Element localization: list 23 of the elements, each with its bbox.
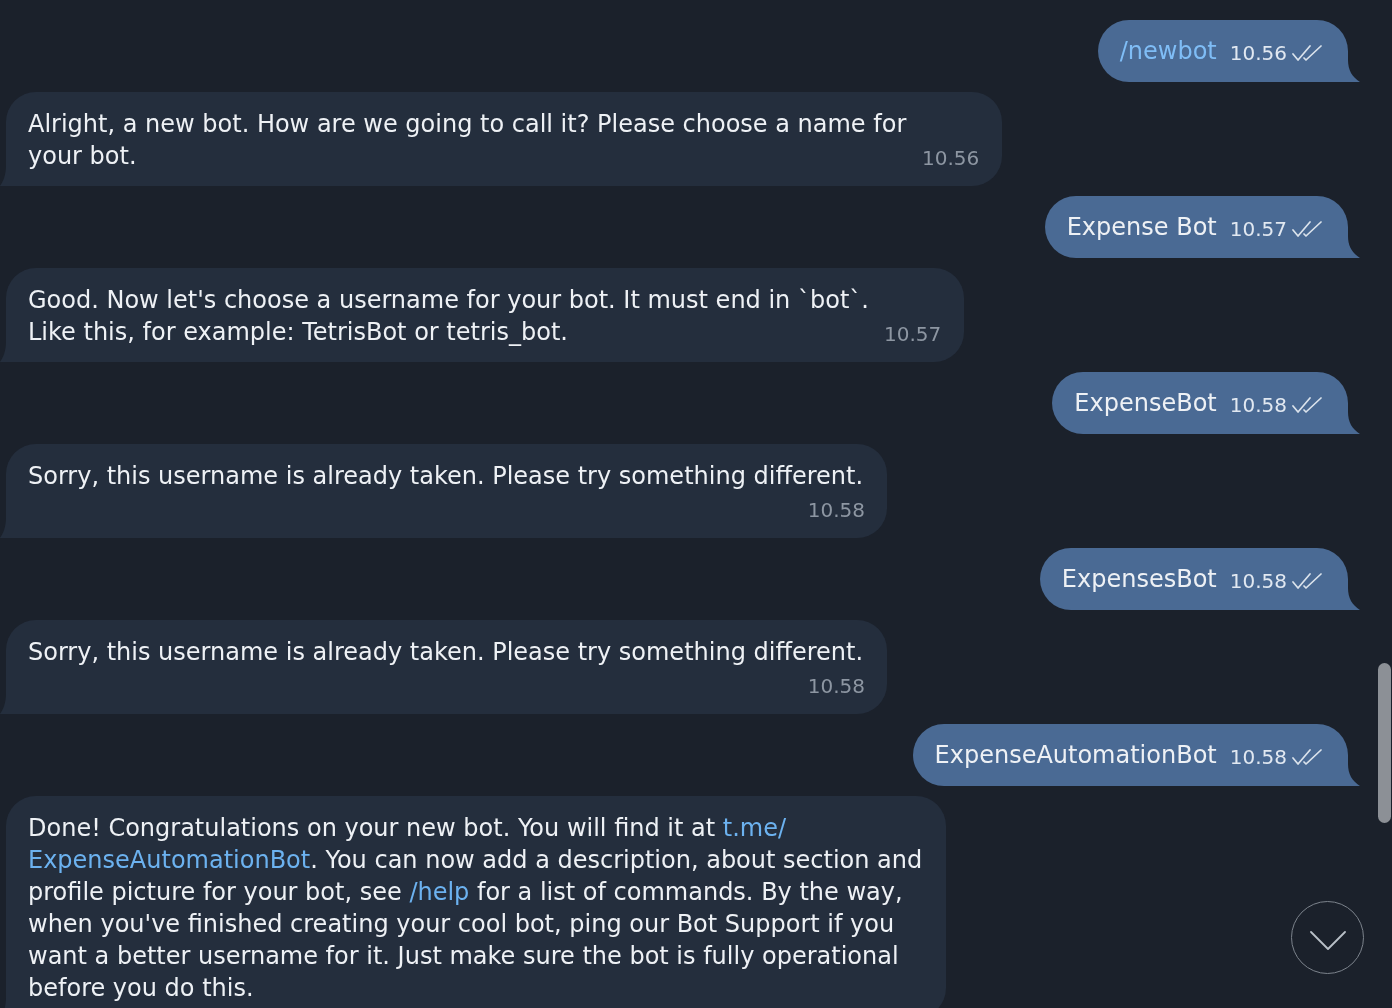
message-text: Good. Now let's choose a username for your bot. It must end in `bot`. Like this, for example: TetrisBot or tetris_bot. — [28, 285, 870, 348]
message-time: 10.58 — [807, 673, 865, 700]
message-text: Expense Bot — [1066, 212, 1217, 243]
message-text: ExpenseAutomationBot — [934, 740, 1217, 771]
message-time: 10.58 — [1229, 392, 1287, 419]
message-time: 10.56 — [922, 145, 980, 172]
message-text: Sorry, this username is already taken. Please try something different. — [28, 461, 865, 492]
chevron-down-icon — [1309, 931, 1346, 950]
message-time: 10.58 — [807, 497, 865, 524]
message-text: Sorry, this username is already taken. Please try something different. — [28, 637, 865, 668]
scrollbar-thumb[interactable] — [1378, 663, 1391, 823]
message-text: Alright, a new bot. How are we going to call it? Please choose a name for your bot. — [28, 109, 908, 172]
message-text: Done! Congratulations on your new bot. You will find it at t.me/ ExpenseAutomationBot. You can now add a description, about section and profile picture for your bot, see /help for a list of commands. By the way, when you've finished creating your cool bot, ping our Bot Support if you want a better username for it. Just make sure the bot is fully operational before you do this. — [28, 813, 924, 1004]
message-text: ExpenseBot — [1074, 388, 1217, 419]
message-link[interactable]: /help — [409, 878, 470, 906]
message-time: 10.56 — [1229, 40, 1287, 67]
message-text: ExpensesBot — [1061, 564, 1217, 595]
message-time: 10.57 — [884, 321, 942, 348]
message-link[interactable]: t.me/ — [722, 814, 787, 842]
message-time: 10.57 — [1229, 216, 1287, 243]
message-time: 10.58 — [1229, 568, 1287, 595]
message-link[interactable]: ExpenseAutomationBot — [28, 846, 311, 874]
message-time: 10.58 — [1229, 744, 1287, 771]
